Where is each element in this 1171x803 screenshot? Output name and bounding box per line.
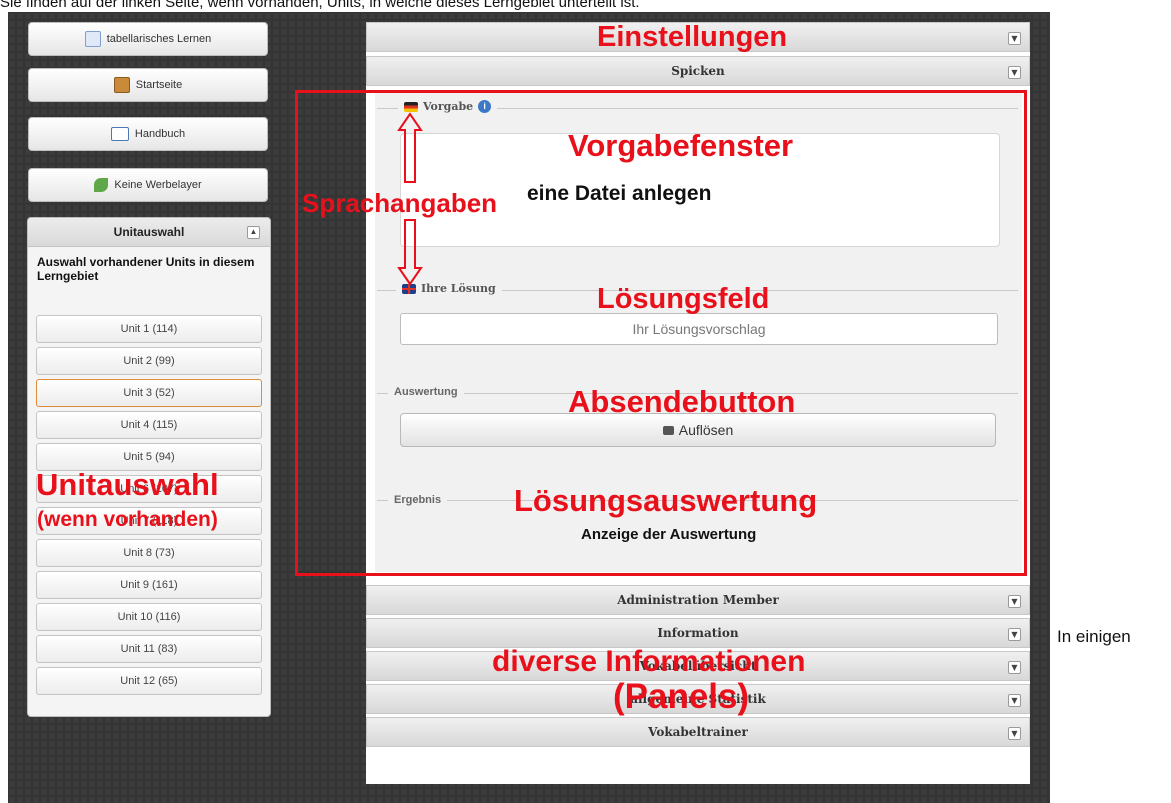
unit-button[interactable]: Unit 8 (73) xyxy=(36,539,262,567)
collapse-down-icon[interactable]: ▼ xyxy=(1008,595,1021,608)
panel-administration-header[interactable]: Administration Member ▼ xyxy=(366,585,1030,615)
unit-button-selected[interactable]: Unit 3 (52) xyxy=(36,379,262,407)
unit-button[interactable]: Unit 11 (83) xyxy=(36,635,262,663)
tabular-learning-button[interactable]: tabellarisches Lernen xyxy=(28,22,268,56)
unit-intro: Auswahl vorhandener Units in diesem Lern… xyxy=(37,255,255,283)
collapse-down-icon[interactable]: ▼ xyxy=(1008,661,1021,674)
open-book-icon xyxy=(110,127,129,141)
unit-button[interactable]: Unit 9 (161) xyxy=(36,571,262,599)
unit-button[interactable]: Unit 1 (114) xyxy=(36,315,262,343)
annotation-unitauswahl-sub: (wenn vorhanden) xyxy=(37,508,218,531)
annotation-diverse: diverse Informationen xyxy=(492,645,806,678)
manual-label: Handbuch xyxy=(134,128,186,140)
home-label: Startseite xyxy=(135,79,183,91)
continued-text: In einigen xyxy=(1057,627,1131,646)
unit-button[interactable]: Unit 2 (99) xyxy=(36,347,262,375)
tabular-learning-label: tabellarisches Lernen xyxy=(106,33,212,45)
leaf-icon xyxy=(94,178,109,192)
panel-spicken-header[interactable]: Spicken ▼ xyxy=(366,56,1030,86)
panel-spicken-title: Spicken xyxy=(671,64,725,78)
annotation-unitauswahl: Unitauswahl xyxy=(36,467,219,502)
annotation-vorgabefenster: Vorgabefenster xyxy=(568,128,794,163)
no-ads-label: Keine Werbelayer xyxy=(114,179,202,191)
arrow-down-icon xyxy=(397,219,423,286)
panel-vocab-trainer-header[interactable]: Vokabeltrainer ▼ xyxy=(366,717,1030,747)
book-icon xyxy=(113,77,130,93)
annotation-loesungsfeld: Lösungsfeld xyxy=(597,283,770,315)
unit-panel-title: Unitauswahl xyxy=(113,225,185,239)
collapse-down-icon[interactable]: ▼ xyxy=(1008,66,1021,79)
annotation-loesungsauswertung: Lösungsauswertung xyxy=(514,483,818,518)
unit-button[interactable]: Unit 10 (116) xyxy=(36,603,262,631)
panel-administration-title: Administration Member xyxy=(617,593,779,607)
unit-list: Unit 1 (114) Unit 2 (99) Unit 3 (52) Uni… xyxy=(36,315,262,699)
unit-button[interactable]: Unit 12 (65) xyxy=(36,667,262,695)
collapse-up-icon[interactable]: ▲ xyxy=(247,226,260,239)
annotation-settings: Einstellungen xyxy=(597,21,788,53)
home-button[interactable]: Startseite xyxy=(28,68,268,102)
intro-text: Sie finden auf der linken Seite, wenn vo… xyxy=(0,0,640,11)
collapse-down-icon[interactable]: ▼ xyxy=(1008,32,1021,45)
annotation-absendebutton: Absendebutton xyxy=(568,384,796,419)
language-arrows xyxy=(397,112,423,286)
unit-panel-header[interactable]: Unitauswahl ▲ xyxy=(28,218,270,247)
collapse-down-icon[interactable]: ▼ xyxy=(1008,727,1021,740)
arrow-up-icon xyxy=(397,112,423,183)
annotation-panels: (Panels) xyxy=(613,677,750,716)
unit-button[interactable]: Unit 4 (115) xyxy=(36,411,262,439)
collapse-down-icon[interactable]: ▼ xyxy=(1008,628,1021,641)
panel-information-header[interactable]: Information ▼ xyxy=(366,618,1030,648)
panel-vocab-trainer-title: Vokabeltrainer xyxy=(648,725,748,739)
panel-information-title: Information xyxy=(657,626,739,640)
no-ads-button[interactable]: Keine Werbelayer xyxy=(28,168,268,202)
manual-button[interactable]: Handbuch xyxy=(28,117,268,151)
table-icon xyxy=(84,31,101,47)
collapse-down-icon[interactable]: ▼ xyxy=(1008,694,1021,707)
